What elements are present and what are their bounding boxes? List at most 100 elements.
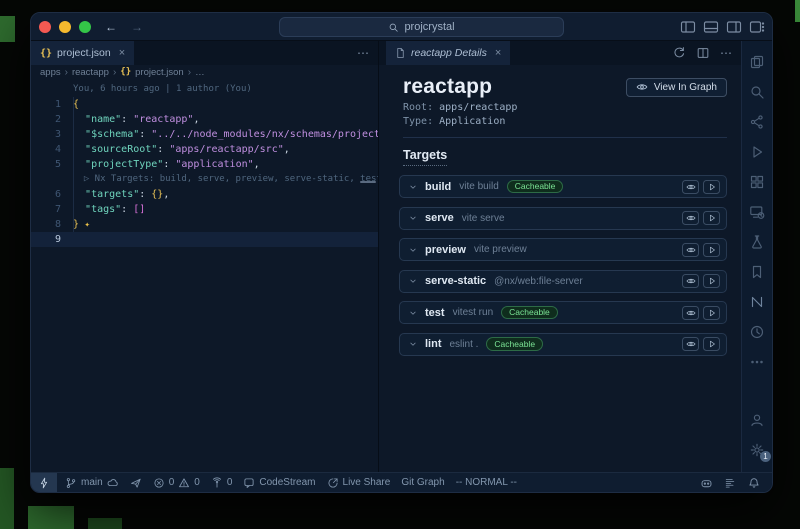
prettier-icon[interactable] <box>724 477 736 489</box>
target-name: test <box>425 307 445 319</box>
left-editor-group: {} project.json × ⋯ apps›reactapp›{}proj… <box>31 41 379 472</box>
view-in-graph-label: View In Graph <box>654 82 717 93</box>
eye-icon <box>636 81 648 93</box>
code-line: 3 "$schema": "../../node_modules/nx/sche… <box>31 127 378 142</box>
view-target-eye-button[interactable] <box>682 243 699 257</box>
test-beaker-icon[interactable] <box>749 234 765 250</box>
breadcrumb-item[interactable]: apps <box>40 67 61 78</box>
remote-explorer-icon[interactable] <box>749 204 765 220</box>
customize-layout-icon[interactable] <box>749 19 765 35</box>
view-target-eye-button[interactable] <box>682 306 699 320</box>
codetime-icon[interactable] <box>749 324 765 340</box>
liveshare-icon <box>327 477 339 489</box>
notifications-bell-icon[interactable] <box>748 477 760 489</box>
copilot-icon[interactable] <box>700 477 712 489</box>
target-row[interactable]: test vitest run Cacheable <box>399 301 727 324</box>
account-icon[interactable] <box>749 412 765 428</box>
codestream-status[interactable]: CodeStream <box>243 477 315 489</box>
split-editor-icon[interactable] <box>696 46 710 60</box>
toggle-panel-icon[interactable] <box>703 19 719 35</box>
target-row[interactable]: lint eslint . Cacheable <box>399 333 727 356</box>
navigate-forward-button[interactable]: → <box>131 20 143 34</box>
wallpaper-blob <box>0 16 15 42</box>
warning-icon <box>178 477 190 489</box>
target-row[interactable]: serve vite serve <box>399 207 727 230</box>
toggle-secondary-sidebar-icon[interactable] <box>726 19 742 35</box>
share-graph-icon[interactable] <box>749 114 765 130</box>
breadcrumb[interactable]: apps›reactapp›{}project.json›… <box>31 65 378 79</box>
close-window-button[interactable] <box>39 21 51 33</box>
problems-status[interactable]: 0 0 <box>153 477 200 489</box>
run-target-play-button[interactable] <box>703 337 720 351</box>
toggle-primary-sidebar-icon[interactable] <box>680 19 696 35</box>
chevron-down-icon[interactable] <box>408 245 418 255</box>
git-branch-status[interactable]: main <box>65 477 119 489</box>
tab-reactapp-details[interactable]: reactapp Details × <box>386 41 510 65</box>
chevron-down-icon[interactable] <box>408 182 418 192</box>
project-title: reactapp <box>403 75 492 99</box>
divider <box>403 137 727 138</box>
command-center-search[interactable]: projcrystal <box>279 17 564 37</box>
breadcrumb-item[interactable]: reactapp <box>72 67 109 78</box>
chevron-down-icon[interactable] <box>408 308 418 318</box>
minimize-window-button[interactable] <box>59 21 71 33</box>
view-target-eye-button[interactable] <box>682 180 699 194</box>
chevron-down-icon[interactable] <box>408 276 418 286</box>
nx-console-icon[interactable] <box>749 294 765 310</box>
explorer-icon[interactable] <box>749 54 765 70</box>
line-number: 8 <box>31 217 61 232</box>
search-icon[interactable] <box>749 84 765 100</box>
run-debug-icon[interactable] <box>749 144 765 160</box>
remote-indicator[interactable] <box>31 473 57 493</box>
view-target-eye-button[interactable] <box>682 337 699 351</box>
breadcrumb-item[interactable]: project.json <box>135 67 184 78</box>
type-value: Application <box>439 116 505 127</box>
tab-label: reactapp Details <box>411 47 487 59</box>
run-target-play-button[interactable] <box>703 211 720 225</box>
settings-gear-icon[interactable]: 1 <box>749 442 765 458</box>
nx-targets-codelens[interactable]: ▷ Nx Targets: build, serve, preview, ser… <box>31 172 378 187</box>
close-tab-icon[interactable]: × <box>495 47 501 59</box>
refresh-icon[interactable] <box>672 46 686 60</box>
close-tab-icon[interactable]: × <box>119 47 125 59</box>
code-line: 6 "targets": {}, <box>31 187 378 202</box>
target-command: vite serve <box>462 213 505 224</box>
chevron-down-icon[interactable] <box>408 339 418 349</box>
run-target-play-button[interactable] <box>703 274 720 288</box>
breadcrumb-item[interactable]: … <box>195 67 205 78</box>
vim-mode-status[interactable]: -- NORMAL -- <box>456 477 517 488</box>
tab-project-json[interactable]: {} project.json × <box>31 41 134 65</box>
run-target-play-button[interactable] <box>703 180 720 194</box>
zoom-window-button[interactable] <box>79 21 91 33</box>
cacheable-badge: Cacheable <box>486 337 543 351</box>
root-value: apps/reactapp <box>439 102 517 113</box>
scrollbar-decoration[interactable] <box>360 181 376 183</box>
extensions-icon[interactable] <box>749 174 765 190</box>
gitgraph-status[interactable]: Git Graph <box>401 477 444 488</box>
ports-status[interactable]: 0 <box>211 477 233 489</box>
targets-heading: Targets <box>403 148 447 166</box>
view-target-eye-button[interactable] <box>682 274 699 288</box>
run-target-play-button[interactable] <box>703 243 720 257</box>
code-editor[interactable]: You, 6 hours ago | 1 author (You)1{2 "na… <box>31 79 378 472</box>
bookmarks-icon[interactable] <box>749 264 765 280</box>
publish-status[interactable] <box>130 477 142 489</box>
more-actions-icon[interactable]: ⋯ <box>357 46 370 60</box>
target-command: @nx/web:file-server <box>494 276 583 287</box>
left-tab-bar: {} project.json × ⋯ <box>31 41 378 65</box>
target-row[interactable]: preview vite preview <box>399 238 727 261</box>
view-target-eye-button[interactable] <box>682 211 699 225</box>
line-number: 9 <box>31 232 61 247</box>
chevron-down-icon[interactable] <box>408 213 418 223</box>
more-actions-icon[interactable]: ⋯ <box>720 46 733 60</box>
target-row[interactable]: serve-static @nx/web:file-server <box>399 270 727 293</box>
liveshare-label: Live Share <box>343 477 391 488</box>
more-icon[interactable] <box>749 354 765 370</box>
view-in-graph-button[interactable]: View In Graph <box>626 78 727 97</box>
target-row[interactable]: build vite build Cacheable <box>399 175 727 198</box>
cacheable-badge: Cacheable <box>501 306 558 320</box>
tab-label: project.json <box>57 47 111 59</box>
run-target-play-button[interactable] <box>703 306 720 320</box>
navigate-back-button[interactable]: ← <box>105 20 117 34</box>
liveshare-status[interactable]: Live Share <box>327 477 391 489</box>
